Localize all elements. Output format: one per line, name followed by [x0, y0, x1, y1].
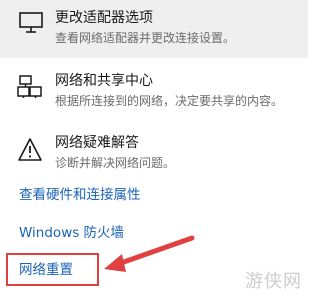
item-title: 更改适配器选项 — [55, 10, 153, 26]
watermark: 游侠网 — [245, 271, 302, 292]
network-sharing-icon — [17, 75, 42, 98]
network-sharing-center-item[interactable]: 网络和共享中心 根据所连接到的网络，决定要共享的内容。 — [0, 68, 308, 118]
annotation-arrow-icon — [104, 235, 195, 272]
item-description: 根据所连接到的网络，决定要共享的内容。 — [55, 94, 284, 108]
item-description: 诊断并解决网络问题。 — [55, 156, 176, 170]
item-description: 查看网络适配器并更改连接设置。 — [55, 31, 236, 45]
warning-icon — [18, 138, 42, 161]
network-troubleshooter-item[interactable]: 网络疑难解答 诊断并解决网络问题。 — [0, 131, 308, 179]
item-title: 网络疑难解答 — [55, 135, 139, 151]
annotation-highlight-box — [6, 253, 99, 286]
item-title: 网络和共享中心 — [55, 73, 153, 89]
monitor-icon — [19, 12, 43, 33]
change-adapter-options-item[interactable]: 更改适配器选项 查看网络适配器并更改连接设置。 — [0, 0, 308, 58]
hardware-connection-properties-link[interactable]: 查看硬件和连接属性 — [19, 186, 141, 204]
